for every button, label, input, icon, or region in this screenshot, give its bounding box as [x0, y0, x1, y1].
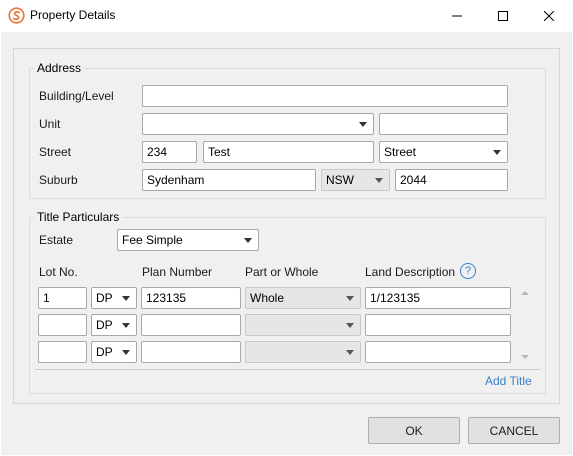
chevron-down-icon — [122, 350, 130, 355]
col-lot-header: Lot No. — [39, 265, 78, 279]
minimize-button[interactable] — [434, 0, 480, 32]
unit-type-select[interactable] — [142, 113, 374, 135]
app-logo-icon — [8, 7, 25, 24]
close-button[interactable] — [526, 0, 572, 32]
chevron-down-icon — [346, 296, 354, 301]
postcode-input[interactable]: 2044 — [395, 169, 508, 191]
part-whole-select[interactable]: Whole — [245, 287, 361, 309]
chevron-down-icon — [375, 178, 383, 183]
estate-value: Fee Simple — [122, 233, 183, 247]
title-bar: Property Details — [0, 0, 573, 32]
cancel-button[interactable]: CANCEL — [468, 417, 560, 444]
land-description-input[interactable] — [365, 314, 511, 336]
plan-type-value: DP — [96, 318, 113, 332]
part-whole-select[interactable] — [245, 314, 361, 336]
col-desc-header: Land Description — [365, 265, 456, 279]
building-label: Building/Level — [39, 89, 114, 103]
chevron-down-icon — [122, 296, 130, 301]
suburb-label: Suburb — [39, 173, 78, 187]
close-icon — [544, 11, 554, 21]
part-whole-select[interactable] — [245, 341, 361, 363]
add-title-link[interactable]: Add Title — [485, 374, 532, 388]
plan-type-value: DP — [96, 345, 113, 359]
street-name-input[interactable]: Test — [203, 141, 374, 163]
maximize-icon — [498, 11, 508, 21]
col-part-header: Part or Whole — [245, 265, 319, 279]
plan-type-select[interactable]: DP — [91, 287, 137, 309]
plan-number-input[interactable] — [141, 341, 241, 363]
divider — [35, 369, 540, 370]
building-input[interactable] — [142, 85, 508, 107]
state-select[interactable]: NSW — [321, 169, 390, 191]
chevron-down-icon — [493, 150, 501, 155]
street-type-value: Street — [384, 145, 417, 159]
part-whole-value: Whole — [250, 291, 285, 305]
ok-button[interactable]: OK — [368, 417, 460, 444]
plan-type-value: DP — [96, 291, 113, 305]
title-particulars-label: Title Particulars — [34, 210, 123, 224]
lot-input[interactable] — [38, 341, 87, 363]
scroll-down-icon[interactable] — [521, 355, 529, 359]
estate-select[interactable]: Fee Simple — [117, 229, 259, 251]
street-type-select[interactable]: Street — [379, 141, 508, 163]
land-description-input[interactable] — [365, 341, 511, 363]
chevron-down-icon — [122, 323, 130, 328]
scroll-up-icon[interactable] — [521, 291, 529, 295]
unit-input[interactable] — [379, 113, 508, 135]
help-icon[interactable]: ? — [460, 263, 476, 279]
maximize-button[interactable] — [480, 0, 526, 32]
unit-label: Unit — [39, 117, 61, 131]
lot-input[interactable]: 1 — [38, 287, 87, 309]
plan-number-input[interactable] — [141, 314, 241, 336]
suburb-input[interactable]: Sydenham — [142, 169, 316, 191]
chevron-down-icon — [359, 122, 367, 127]
street-label: Street — [39, 145, 72, 159]
window-title: Property Details — [30, 8, 116, 22]
chevron-down-icon — [346, 323, 354, 328]
plan-type-select[interactable]: DP — [91, 341, 137, 363]
land-description-input[interactable]: 1/123135 — [365, 287, 511, 309]
minimize-icon — [452, 15, 462, 17]
chevron-down-icon — [346, 350, 354, 355]
street-number-input[interactable]: 234 — [142, 141, 197, 163]
address-group-label: Address — [34, 61, 85, 75]
chevron-down-icon — [244, 238, 252, 243]
state-value: NSW — [326, 173, 354, 187]
col-plan-header: Plan Number — [142, 265, 213, 279]
lot-input[interactable] — [38, 314, 87, 336]
plan-type-select[interactable]: DP — [91, 314, 137, 336]
plan-number-input[interactable]: 123135 — [141, 287, 241, 309]
estate-label: Estate — [39, 233, 74, 247]
